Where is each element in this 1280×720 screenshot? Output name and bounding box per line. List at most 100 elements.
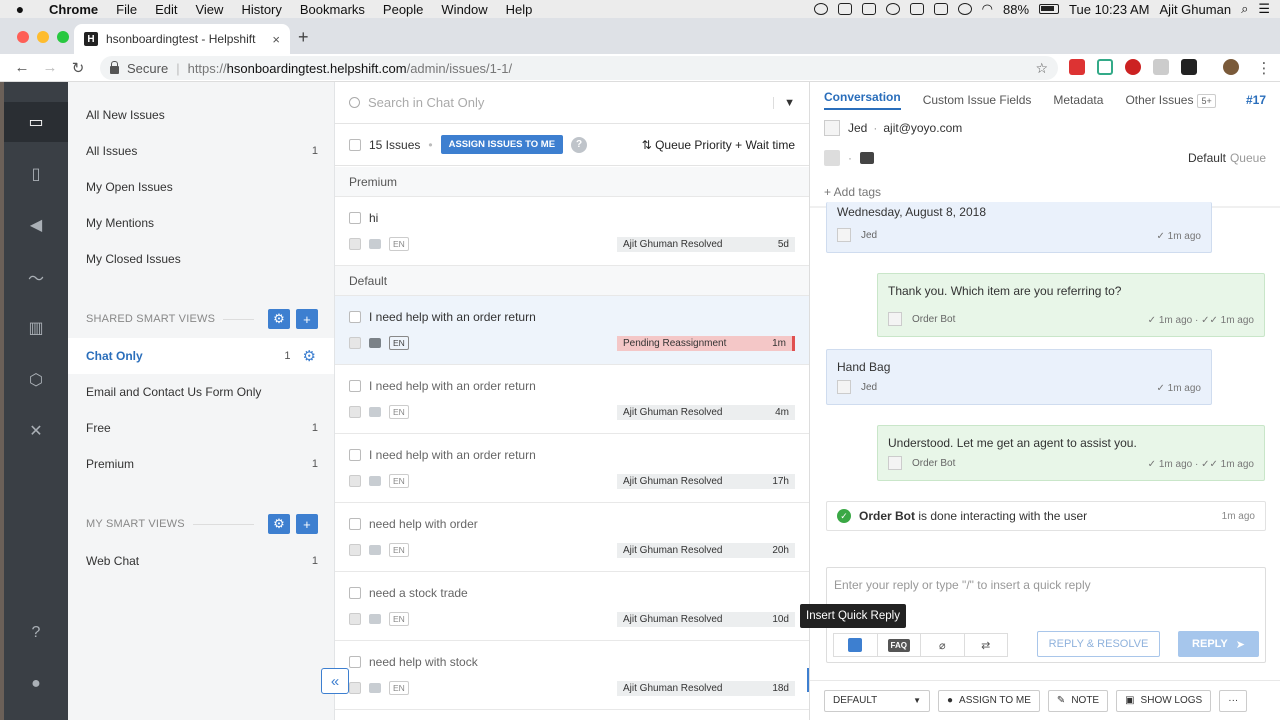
add-tags-button[interactable]: + Add tags <box>824 185 881 199</box>
issue-card[interactable]: hi EN Ajit Ghuman Resolved 5d <box>335 197 809 266</box>
scroll-indicator[interactable] <box>807 668 809 692</box>
issue-checkbox[interactable] <box>349 656 361 668</box>
wifi-icon[interactable]: ◠ <box>982 1 993 17</box>
url-field[interactable]: Secure | https:// hsonboardingtest.helps… <box>100 56 1058 80</box>
zoom-window-icon[interactable] <box>57 31 69 43</box>
issue-checkbox[interactable] <box>349 380 361 392</box>
extension-icon-4[interactable] <box>1153 59 1169 75</box>
tab-custom-issue-fields[interactable]: Custom Issue Fields <box>923 93 1032 107</box>
issue-checkbox[interactable] <box>349 311 361 323</box>
customer-name[interactable]: Jed <box>848 121 867 135</box>
chevron-down-icon[interactable]: ▼ <box>773 96 795 109</box>
attach-button[interactable]: ⌀ <box>921 634 965 656</box>
account-icon[interactable]: ● <box>4 664 68 704</box>
user-name[interactable]: Ajit Ghuman <box>1160 2 1232 17</box>
extension-icon-2[interactable] <box>1097 59 1113 75</box>
more-actions-button[interactable]: ··· <box>1219 689 1248 712</box>
help-icon[interactable]: ? <box>571 136 588 153</box>
queue-select[interactable]: DEFAULT ▼ <box>824 689 930 712</box>
view-web-chat[interactable]: Web Chat 1 <box>86 554 318 568</box>
issue-checkbox[interactable] <box>349 587 361 599</box>
issue-checkbox[interactable] <box>349 518 361 530</box>
search-input[interactable]: Search in Chat Only <box>368 95 484 110</box>
issue-card[interactable]: need a stock trade EN Ajit Ghuman Resolv… <box>335 572 809 641</box>
issue-checkbox[interactable] <box>349 449 361 461</box>
assign-issues-to-me-button[interactable]: ASSIGN ISSUES TO ME <box>440 135 564 154</box>
notification-center-icon[interactable]: ☰ <box>1258 1 1270 17</box>
screen-icon[interactable] <box>837 3 852 15</box>
bookmark-star-icon[interactable]: ☆ <box>1035 60 1048 77</box>
minimize-window-icon[interactable] <box>37 31 49 43</box>
shared-views-settings-button[interactable]: ⚙ <box>268 309 290 329</box>
sync-icon[interactable] <box>885 3 900 15</box>
close-window-icon[interactable] <box>17 31 29 43</box>
tab-conversation[interactable]: Conversation <box>824 90 901 110</box>
menu-file[interactable]: File <box>107 2 146 17</box>
issue-card[interactable]: I need help with an order return EN Ajit… <box>335 365 809 434</box>
menu-people[interactable]: People <box>374 2 432 17</box>
chrome-menu-icon[interactable]: ⋮ <box>1250 59 1278 77</box>
menu-bookmarks[interactable]: Bookmarks <box>291 2 374 17</box>
view-my-closed-issues[interactable]: My Closed Issues <box>86 252 318 266</box>
reply-input[interactable]: Enter your reply or type "/" to insert a… <box>834 578 1091 592</box>
add-my-view-button[interactable]: + <box>296 514 318 534</box>
campaigns-icon[interactable]: ◀ <box>4 205 68 245</box>
evernote-icon[interactable] <box>909 3 924 15</box>
assign-to-me-button[interactable]: ● ASSIGN TO ME <box>938 689 1040 712</box>
assignee-avatar[interactable] <box>824 150 840 166</box>
tab-other-issues[interactable]: Other Issues 5+ <box>1125 93 1216 108</box>
view-email-contact-form[interactable]: Email and Contact Us Form Only <box>86 385 318 399</box>
search-bar[interactable]: Search in Chat Only ▼ <box>335 82 809 124</box>
issue-card[interactable]: need help with order EN Ajit Ghuman Reso… <box>335 503 809 572</box>
issue-card[interactable]: I need help with an order return EN Ajit… <box>335 434 809 503</box>
battery-percent[interactable]: 88% <box>1003 2 1029 17</box>
add-shared-view-button[interactable]: + <box>296 309 318 329</box>
issues-icon[interactable]: ▭ <box>4 102 68 142</box>
menu-view[interactable]: View <box>186 2 232 17</box>
faq-button[interactable]: FAQ <box>878 634 921 656</box>
reply-and-resolve-button[interactable]: REPLY & RESOLVE <box>1037 631 1160 657</box>
new-tab-button[interactable]: + <box>298 27 309 48</box>
spotlight-icon[interactable]: ⌕ <box>1241 1 1248 17</box>
view-settings-gear-icon[interactable]: ⚙ <box>303 347 316 365</box>
battery-icon[interactable] <box>1039 4 1060 14</box>
view-all-new-issues[interactable]: All New Issues <box>86 108 318 122</box>
faqs-icon[interactable]: ▯ <box>4 154 68 194</box>
back-icon[interactable]: ← <box>8 59 36 76</box>
analytics-pulse-icon[interactable]: 〜 <box>4 257 68 297</box>
extension-icon-1[interactable] <box>1069 59 1085 75</box>
view-chat-only[interactable]: Chat Only 1 ⚙ <box>68 338 334 374</box>
menu-help[interactable]: Help <box>497 2 542 17</box>
profile-avatar[interactable] <box>1223 59 1239 75</box>
helpshift-extension-icon[interactable] <box>1181 59 1197 75</box>
tab-metadata[interactable]: Metadata <box>1053 93 1103 107</box>
menu-edit[interactable]: Edit <box>146 2 186 17</box>
record-icon[interactable] <box>813 3 828 15</box>
airplay-icon[interactable] <box>933 3 948 15</box>
my-views-settings-button[interactable]: ⚙ <box>268 514 290 534</box>
bluetooth-icon[interactable] <box>957 3 972 15</box>
help-icon[interactable]: ? <box>4 613 68 653</box>
transfer-button[interactable]: ⇄ <box>965 634 1008 656</box>
quick-reply-button[interactable] <box>834 634 878 656</box>
view-all-issues[interactable]: All Issues 1 <box>86 144 318 158</box>
show-logs-button[interactable]: ▣ SHOW LOGS <box>1116 689 1212 712</box>
issue-checkbox[interactable] <box>349 212 361 224</box>
analytics-bars-icon[interactable]: ▥ <box>4 308 68 348</box>
collapse-sidebar-button[interactable]: « <box>321 668 349 694</box>
reload-icon[interactable]: ↻ <box>64 59 92 77</box>
view-free[interactable]: Free 1 <box>86 421 318 435</box>
view-my-open-issues[interactable]: My Open Issues <box>86 180 318 194</box>
reply-button[interactable]: REPLY ➤ <box>1178 631 1259 657</box>
extension-icon-3[interactable] <box>1125 59 1141 75</box>
automation-icon[interactable]: ⬡ <box>4 360 68 400</box>
issue-card[interactable]: need help with stock EN Ajit Ghuman Reso… <box>335 641 809 710</box>
clock[interactable]: Tue 10:23 AM <box>1069 2 1149 17</box>
menu-window[interactable]: Window <box>432 2 496 17</box>
select-all-checkbox[interactable] <box>349 138 361 151</box>
view-premium[interactable]: Premium 1 <box>86 457 318 471</box>
view-my-mentions[interactable]: My Mentions <box>86 216 318 230</box>
shield-icon[interactable] <box>861 3 876 15</box>
forward-icon[interactable]: → <box>36 59 64 76</box>
menu-history[interactable]: History <box>232 2 290 17</box>
